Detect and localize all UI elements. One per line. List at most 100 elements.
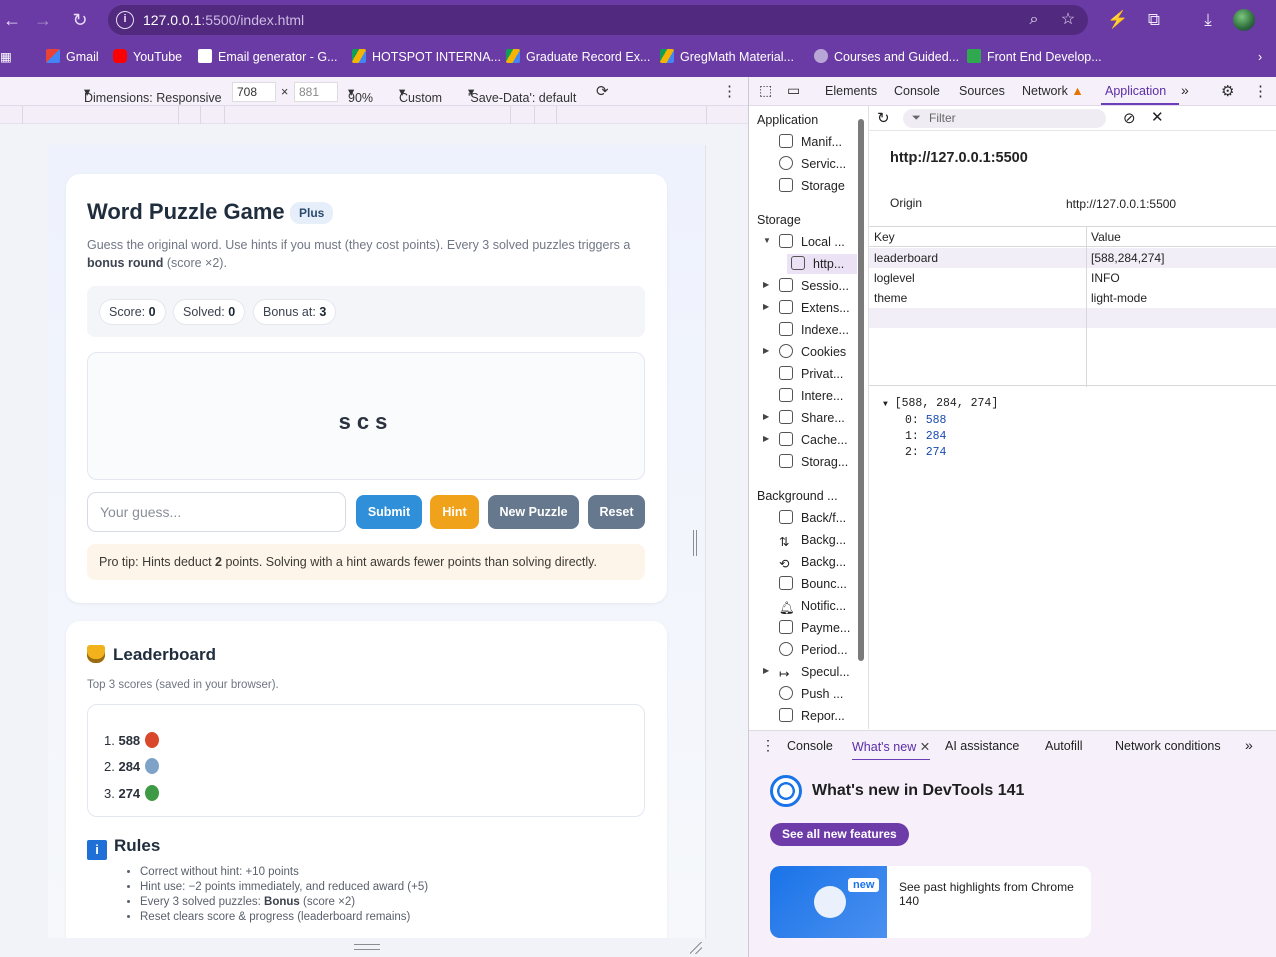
bookmark-star-icon[interactable]: ☆	[1058, 10, 1078, 30]
sidebar-scrollbar-thumb[interactable]	[858, 119, 864, 661]
drawer-tab-console[interactable]: Console	[787, 739, 833, 753]
collapsed-arrow-icon[interactable]: ▶	[763, 302, 769, 311]
plus-badge: Plus	[290, 202, 334, 224]
extensions-puzzle-icon[interactable]: ⧉	[1143, 9, 1165, 31]
guess-input[interactable]	[87, 492, 346, 532]
download-icon[interactable]: ⤓	[1197, 9, 1219, 31]
preview-item: 2: 274	[883, 445, 998, 461]
dimensions-dropdown[interactable]: Dimensions: Responsive ▾	[84, 84, 222, 105]
collapsed-arrow-icon[interactable]: ▶	[763, 434, 769, 443]
expanded-arrow-icon[interactable]: ▼	[763, 236, 771, 245]
tab-application[interactable]: Application	[1105, 84, 1166, 98]
filter-input[interactable]: ⏷ Filter	[903, 109, 1106, 128]
forward-icon[interactable]: →	[31, 8, 55, 32]
clear-all-icon[interactable]: ⊘	[1123, 109, 1136, 127]
width-input[interactable]: 708	[232, 82, 276, 102]
zoom-icon[interactable]: ⌕	[1024, 10, 1044, 30]
refresh-icon[interactable]: ↻	[877, 109, 890, 127]
sidebar-item-local-origin[interactable]: http...	[787, 254, 857, 274]
table-row[interactable]: theme light-mode	[869, 288, 1276, 308]
bookmark-frontend[interactable]: Front End Develop...	[967, 48, 1102, 66]
new-puzzle-button[interactable]: New Puzzle	[488, 495, 579, 529]
reload-icon[interactable]: ↻	[68, 8, 92, 32]
preview-root[interactable]: ▼ [588, 284, 274]	[883, 396, 998, 413]
resize-handle-corner[interactable]	[690, 942, 702, 954]
drawer-tab-autofill[interactable]: Autofill	[1045, 739, 1083, 753]
rule-item: Reset clears score & progress (leaderboa…	[140, 910, 428, 925]
resize-handle-bottom[interactable]	[354, 944, 380, 950]
back-icon[interactable]: ←	[0, 8, 24, 32]
solved-pill: Solved: 0	[173, 299, 246, 325]
close-tab-icon[interactable]: ✕	[920, 740, 930, 754]
bookmark-courses[interactable]: Courses and Guided...	[814, 48, 959, 66]
resize-handle-right[interactable]	[693, 530, 697, 556]
submit-button[interactable]: Submit	[356, 495, 422, 529]
bonus-pill: Bonus at: 3	[253, 299, 337, 325]
row-value: INFO	[1091, 271, 1120, 285]
bookmark-gmail[interactable]: Gmail	[46, 48, 99, 66]
table-header: Key Value	[869, 227, 1276, 247]
extension-bolt-icon[interactable]: ⚡	[1107, 9, 1129, 31]
drawer-tab-ai-assistance[interactable]: AI assistance	[945, 739, 1019, 753]
site-info-icon[interactable]: i	[116, 11, 134, 29]
rotate-icon[interactable]: ⟳	[596, 82, 609, 100]
hint-button[interactable]: Hint	[430, 495, 479, 529]
bookmark-hotspot[interactable]: HOTSPOT INTERNA...	[352, 48, 501, 66]
bookmark-gre[interactable]: Graduate Record Ex...	[506, 48, 650, 66]
info-icon: i	[87, 840, 107, 860]
tab-console[interactable]: Console	[894, 84, 940, 98]
sidebar-scrollbar[interactable]	[857, 111, 864, 693]
leaderboard-title: Leaderboard	[87, 645, 216, 665]
media-query-ruler[interactable]	[0, 106, 748, 124]
address-bar[interactable]: i 127.0.0.1:5500/index.html ⌕ ☆	[108, 5, 1088, 35]
delete-selected-icon[interactable]: ✕	[1151, 108, 1164, 126]
gmail-icon	[46, 49, 60, 63]
rule-item: Hint use: −2 points immediately, and red…	[140, 880, 428, 895]
collapsed-arrow-icon[interactable]: ▶	[763, 666, 769, 675]
save-data-dropdown[interactable]: 'Save-Data': default ▾	[468, 84, 576, 105]
bookmarks-overflow-icon[interactable]: ›	[1258, 48, 1262, 66]
tab-sources[interactable]: Sources	[959, 84, 1005, 98]
devtools-menu-icon[interactable]: ⋮	[1253, 82, 1268, 100]
header-value[interactable]: Value	[1091, 227, 1121, 247]
leaderboard-card: Leaderboard Top 3 scores (saved in your …	[66, 621, 667, 938]
drawer-tab-whats-new[interactable]: What's new ✕	[852, 739, 931, 761]
more-tabs-icon[interactable]: »	[1181, 82, 1189, 98]
sidebar-item-label: Backg...	[801, 555, 847, 569]
address-url[interactable]: 127.0.0.1:5500/index.html	[143, 12, 304, 28]
height-input[interactable]: 881	[294, 82, 338, 102]
apps-grid-icon[interactable]: ▦	[0, 48, 12, 66]
table-row[interactable]: leaderboard [588,284,274]	[869, 248, 1276, 268]
preview-item: 1: 284	[883, 429, 998, 445]
table-row[interactable]: loglevel INFO	[869, 268, 1276, 288]
highlights-text: See past highlights from Chrome 140	[899, 880, 1074, 908]
clock-icon	[779, 642, 793, 656]
tab-elements[interactable]: Elements	[825, 84, 877, 98]
stats-bar: Score: 0 Solved: 0 Bonus at: 3	[87, 286, 645, 337]
collapsed-arrow-icon[interactable]: ▶	[763, 280, 769, 289]
tab-network[interactable]: Network ▲	[1022, 84, 1084, 98]
arrow-right-bar-icon: ↦	[779, 667, 790, 681]
collapsed-arrow-icon[interactable]: ▶	[763, 346, 769, 355]
game-description: Guess the original word. Use hints if yo…	[87, 236, 647, 272]
throttle-dropdown[interactable]: Custom ▾	[399, 84, 442, 105]
column-divider[interactable]	[1086, 227, 1087, 387]
highlights-card[interactable]: new See past highlights from Chrome 140	[770, 866, 1091, 938]
zoom-dropdown[interactable]: 90% ▾	[348, 84, 373, 105]
collapsed-arrow-icon[interactable]: ▶	[763, 412, 769, 421]
settings-gear-icon[interactable]: ⚙	[1221, 82, 1234, 100]
drawer-menu-icon[interactable]: ⋮	[761, 737, 775, 754]
drawer-more-tabs-icon[interactable]: »	[1245, 737, 1253, 753]
device-toggle-icon[interactable]: ▭	[787, 82, 800, 99]
header-key[interactable]: Key	[874, 227, 895, 247]
drawer-tab-network-conditions[interactable]: Network conditions	[1115, 739, 1221, 753]
profile-avatar[interactable]	[1233, 9, 1255, 31]
more-options-icon[interactable]: ⋮	[722, 82, 737, 100]
bookmark-youtube[interactable]: YouTube	[113, 48, 182, 66]
table-row-empty[interactable]	[869, 308, 1276, 328]
reset-button[interactable]: Reset	[588, 495, 645, 529]
bookmark-email-generator[interactable]: Email generator - G...	[198, 48, 338, 66]
bookmark-gregmath[interactable]: GregMath Material...	[660, 48, 794, 66]
see-all-features-button[interactable]: See all new features	[770, 823, 909, 846]
inspect-element-icon[interactable]: ⬚	[759, 82, 772, 99]
